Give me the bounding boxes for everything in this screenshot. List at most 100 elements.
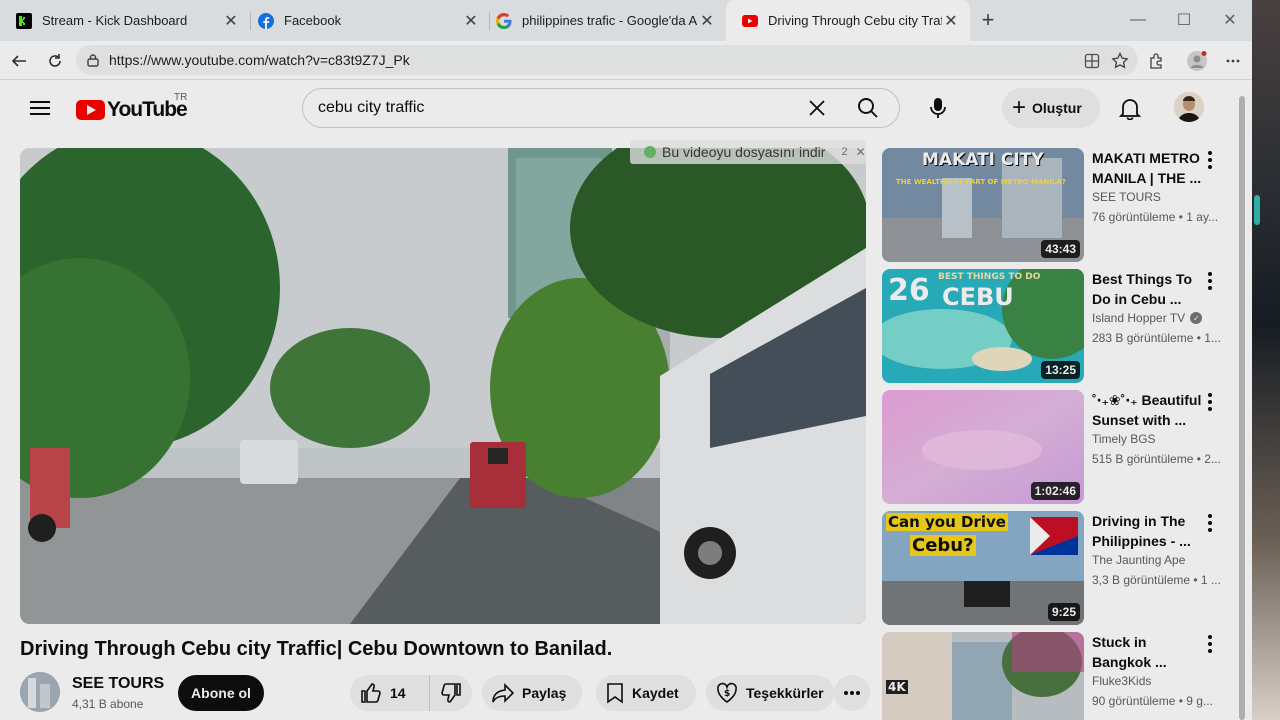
duration-badge: 1:02:46: [1030, 482, 1080, 500]
profile-icon[interactable]: [1184, 48, 1210, 74]
video-thumbnail[interactable]: 4K: [882, 632, 1084, 720]
maximize-button[interactable]: ☐: [1172, 8, 1196, 32]
tab-kick[interactable]: Stream - Kick Dashboard ✕: [0, 0, 250, 41]
browser-window: Stream - Kick Dashboard ✕ Facebook ✕ phi…: [0, 0, 1252, 720]
search-input[interactable]: cebu city traffic: [303, 99, 797, 117]
recommendation-item[interactable]: Can you Drive Cebu? 9:25 Driving in The …: [882, 511, 1222, 625]
reload-button[interactable]: [42, 48, 68, 74]
recommendation-item[interactable]: MAKATI CITY THE WEALTHIEST PART OF METRO…: [882, 148, 1222, 262]
thanks-heart-dollar-icon: $: [717, 682, 737, 703]
recommendation-channel[interactable]: The Jaunting Ape: [1092, 553, 1185, 567]
recommendation-title[interactable]: Stuck in Bangkok ...: [1092, 632, 1202, 672]
recommendation-title[interactable]: ˚‧₊❀˚‧₊ Beautiful Sunset with ...: [1092, 390, 1202, 430]
clear-search-icon[interactable]: [797, 89, 837, 127]
hamburger-menu-icon[interactable]: [28, 96, 52, 120]
search-button[interactable]: [837, 89, 899, 127]
recommendation-title[interactable]: Best Things To Do in Cebu ...: [1092, 269, 1202, 309]
video-player[interactable]: [20, 148, 866, 624]
back-button[interactable]: [6, 48, 32, 74]
more-actions-button[interactable]: [834, 675, 870, 711]
minimize-button[interactable]: —: [1126, 8, 1150, 32]
channel-avatar[interactable]: [20, 672, 60, 712]
kick-icon: [16, 12, 32, 29]
channel-name-text: Island Hopper TV: [1092, 311, 1186, 325]
address-toolbar: https://www.youtube.com/watch?v=c83t9Z7J…: [0, 41, 1252, 80]
more-options-icon[interactable]: [1200, 392, 1220, 412]
voice-search-button[interactable]: [918, 88, 958, 128]
extensions-icon[interactable]: [1144, 48, 1170, 74]
verified-badge-icon: ✓: [1190, 312, 1203, 324]
recommendation-title[interactable]: MAKATI METRO MANILA | THE ...: [1092, 148, 1202, 188]
recommendation-channel[interactable]: Fluke3Kids: [1092, 674, 1151, 688]
subscribe-button[interactable]: Abone ol: [178, 675, 264, 711]
thumbnail-text: CEBU: [942, 283, 1014, 311]
recommendation-meta: 3,3 B görüntüleme • 1 ...: [1092, 573, 1221, 587]
thanks-button[interactable]: $ Teşekkürler: [706, 675, 834, 711]
close-tab-icon[interactable]: ✕: [462, 12, 480, 30]
thanks-label: Teşekkürler: [746, 685, 824, 701]
new-tab-button[interactable]: +: [976, 7, 1000, 32]
dislike-button[interactable]: [430, 682, 472, 704]
recommendation-meta: 76 görüntüleme • 1 ay...: [1092, 210, 1219, 224]
address-bar[interactable]: https://www.youtube.com/watch?v=c83t9Z7J…: [76, 45, 1138, 75]
close-window-button[interactable]: ✕: [1218, 8, 1242, 32]
back-arrow-icon: [11, 55, 26, 67]
favorite-star-icon[interactable]: [1107, 48, 1133, 74]
recommendation-title[interactable]: Driving in The Philippines - ...: [1092, 511, 1202, 551]
page-scrollbar[interactable]: [1238, 96, 1246, 720]
youtube-header: YouTube TR cebu city traffic + Oluştur: [0, 80, 1252, 136]
recommendation-meta: 283 B görüntüleme • 1...: [1092, 331, 1221, 345]
thumbnail-number: 26: [888, 273, 930, 308]
recommendation-item[interactable]: 1:02:46 ˚‧₊❀˚‧₊ Beautiful Sunset with ..…: [882, 390, 1222, 504]
more-options-icon[interactable]: [1200, 150, 1220, 170]
scrollbar-thumb[interactable]: [1239, 96, 1245, 720]
tab-title: philippines trafic - Google'da Ara: [522, 13, 698, 28]
thumbnail-subtext: BEST THINGS TO DO: [938, 272, 1041, 282]
video-thumbnail[interactable]: 26 BEST THINGS TO DO CEBU 13:25: [882, 269, 1084, 383]
more-options-icon[interactable]: [1200, 271, 1220, 291]
video-thumbnail[interactable]: MAKATI CITY THE WEALTHIEST PART OF METRO…: [882, 148, 1084, 262]
channel-name[interactable]: SEE TOURS: [72, 675, 164, 693]
create-button[interactable]: + Oluştur: [1002, 88, 1100, 128]
recommendation-channel[interactable]: Timely BGS: [1092, 432, 1156, 446]
recommendation-item[interactable]: 26 BEST THINGS TO DO CEBU 13:25 Best Thi…: [882, 269, 1222, 383]
account-avatar[interactable]: [1174, 92, 1204, 122]
save-button[interactable]: Kaydet: [596, 675, 696, 711]
tab-title: Driving Through Cebu city Traffic|: [768, 13, 942, 28]
like-button[interactable]: 14: [350, 675, 430, 711]
thumbs-up-icon: [361, 683, 381, 703]
svg-text:$: $: [724, 689, 730, 699]
close-hint-icon[interactable]: ✕: [856, 145, 866, 159]
recommendation-meta: 515 B görüntüleme • 2...: [1092, 452, 1221, 466]
tab-facebook[interactable]: Facebook ✕: [242, 0, 490, 41]
download-hint-overlay[interactable]: Bu videoyu dosyasını indir 2 ✕: [630, 140, 866, 164]
tab-youtube-active[interactable]: Driving Through Cebu city Traffic| ✕: [726, 0, 970, 41]
app-install-icon[interactable]: [1079, 48, 1105, 74]
browser-menu-icon[interactable]: [1220, 48, 1246, 74]
tab-strip: Stream - Kick Dashboard ✕ Facebook ✕ phi…: [0, 0, 1252, 41]
close-tab-icon[interactable]: ✕: [222, 12, 240, 30]
more-options-icon[interactable]: [1200, 634, 1220, 654]
search-box[interactable]: cebu city traffic: [302, 88, 900, 128]
share-icon: [492, 683, 514, 703]
close-tab-icon[interactable]: ✕: [942, 12, 960, 30]
more-options-icon[interactable]: [1200, 513, 1220, 533]
share-button[interactable]: Paylaş: [482, 675, 582, 711]
reload-icon: [49, 54, 61, 67]
youtube-logo[interactable]: YouTube TR: [76, 92, 188, 122]
notifications-bell-icon[interactable]: [1114, 92, 1146, 124]
close-tab-icon[interactable]: ✕: [698, 12, 716, 30]
duration-badge: 9:25: [1047, 603, 1080, 621]
save-label: Kaydet: [632, 685, 679, 701]
recommendation-item[interactable]: 4K Stuck in Bangkok ... Fluke3Kids 90 gö…: [882, 632, 1222, 720]
video-thumbnail[interactable]: Can you Drive Cebu? 9:25: [882, 511, 1084, 625]
download-icon: [644, 146, 656, 158]
thumbs-down-icon: [441, 683, 461, 703]
tab-google[interactable]: philippines trafic - Google'da Ara ✕: [480, 0, 726, 41]
channel-name-text: The Jaunting Ape: [1092, 553, 1186, 567]
like-count: 14: [390, 685, 406, 701]
recommendation-channel[interactable]: SEE TOURS: [1092, 190, 1161, 204]
recommendation-channel[interactable]: Island Hopper TV ✓: [1092, 311, 1203, 325]
site-info-icon[interactable]: [86, 53, 100, 67]
video-thumbnail[interactable]: 1:02:46: [882, 390, 1084, 504]
